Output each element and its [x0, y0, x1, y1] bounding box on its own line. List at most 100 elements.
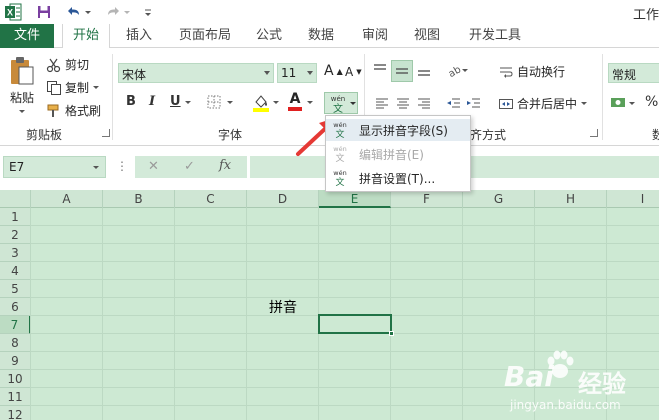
row-header-11[interactable]: 11	[0, 388, 31, 406]
decrease-indent-icon[interactable]	[446, 96, 462, 112]
align-middle-icon	[396, 68, 408, 74]
redo-icon	[108, 7, 130, 15]
align-bottom-icon[interactable]	[416, 62, 432, 78]
tab-file[interactable]: 文件	[0, 24, 54, 48]
cut-button[interactable]: 剪切	[46, 56, 89, 73]
save-button[interactable]	[35, 3, 53, 21]
svg-text:文: 文	[335, 128, 344, 140]
gridline-vertical	[102, 208, 103, 420]
format-painter-button[interactable]: 格式刷	[46, 102, 101, 119]
tab-review[interactable]: 审阅	[352, 24, 398, 48]
row-header-7[interactable]: 7	[0, 316, 31, 334]
row-header-6[interactable]: 6	[0, 298, 31, 316]
font-name-value: 宋体	[122, 68, 147, 82]
font-name-combo[interactable]: 宋体	[118, 63, 274, 83]
column-header-h[interactable]: H	[535, 190, 607, 208]
menu-item-phonetic-settings[interactable]: wén 文 拼音设置(T)...	[326, 167, 470, 189]
redo-button[interactable]	[104, 3, 134, 21]
insert-function-icon[interactable]: fx	[219, 158, 231, 173]
row-header-10[interactable]: 10	[0, 370, 31, 388]
row-header-4[interactable]: 4	[0, 262, 31, 280]
paste-label: 粘贴	[9, 91, 34, 105]
column-header-g[interactable]: G	[463, 190, 535, 208]
row-header-2[interactable]: 2	[0, 226, 31, 244]
svg-text:X: X	[7, 8, 13, 18]
font-size-value: 11	[281, 66, 297, 80]
bold-button[interactable]: B	[126, 94, 136, 109]
phonetic-guide-button[interactable]: wén 文	[324, 92, 358, 114]
active-cell-e7[interactable]	[318, 314, 392, 334]
row-header-12[interactable]: 12	[0, 406, 31, 420]
tab-page-layout[interactable]: 页面布局	[170, 24, 240, 48]
menu-item-edit-phonetic: wén 文 编辑拼音(E)	[326, 143, 470, 165]
menu-item-label: 显示拼音字段(S)	[359, 124, 448, 138]
number-format-combo[interactable]: 常规	[608, 63, 659, 83]
number-format-value: 常规	[612, 68, 637, 82]
row-header-8[interactable]: 8	[0, 334, 31, 352]
column-header-d[interactable]: D	[247, 190, 319, 208]
alignment-dialog-launcher[interactable]	[590, 129, 598, 137]
orientation-icon[interactable]: ab	[446, 61, 470, 79]
copy-button[interactable]: 复制	[46, 79, 100, 96]
font-color-button[interactable]: A	[288, 92, 302, 111]
align-center-icon[interactable]	[395, 96, 411, 112]
underline-dropdown-icon[interactable]	[184, 100, 192, 106]
clipboard-dialog-launcher[interactable]	[102, 129, 110, 137]
align-left-icon[interactable]	[374, 96, 390, 112]
column-headers: ABCDEFGHI	[0, 190, 659, 208]
title-bar: X 工作	[0, 0, 659, 24]
formula-bar-options-icon[interactable]: ⋮	[116, 159, 128, 173]
column-header-a[interactable]: A	[31, 190, 103, 208]
percent-style-button[interactable]: %	[645, 94, 658, 110]
gridline-horizontal	[31, 225, 659, 226]
shrink-font-button[interactable]: A ▼	[345, 65, 362, 79]
underline-button[interactable]: U	[170, 94, 181, 109]
row-header-5[interactable]: 5	[0, 280, 31, 298]
row-header-9[interactable]: 9	[0, 352, 31, 370]
merge-center-button[interactable]: 合并后居中	[498, 95, 588, 112]
cell-d6[interactable]: 拼音	[269, 297, 297, 317]
tab-home[interactable]: 开始	[62, 24, 110, 49]
wrap-text-button[interactable]: 自动换行	[498, 63, 565, 80]
phonetic-icon: wén 文	[331, 95, 345, 114]
menu-item-show-phonetic[interactable]: wén 文 显示拼音字段(S)	[326, 119, 470, 141]
caret-down-icon: ▼	[356, 68, 362, 76]
watermark-url: jingyan.baidu.com	[510, 398, 621, 412]
enter-icon[interactable]: ✓	[184, 159, 195, 174]
tab-developer[interactable]: 开发工具	[462, 24, 528, 48]
tab-formulas[interactable]: 公式	[246, 24, 292, 48]
customize-quick-access-button[interactable]	[142, 3, 154, 21]
paste-dropdown-icon	[19, 110, 25, 113]
copy-dropdown-icon	[93, 85, 100, 89]
paste-button[interactable]: 粘贴	[6, 56, 38, 120]
column-header-b[interactable]: B	[103, 190, 175, 208]
italic-button[interactable]: I	[149, 94, 155, 109]
tab-insert[interactable]: 插入	[116, 24, 162, 48]
fill-handle[interactable]	[389, 331, 394, 336]
borders-icon[interactable]	[206, 94, 222, 110]
align-top-icon[interactable]	[372, 62, 388, 78]
tab-view[interactable]: 视图	[404, 24, 450, 48]
row-header-3[interactable]: 3	[0, 244, 31, 262]
fill-color-icon[interactable]	[252, 92, 270, 112]
borders-dropdown-icon[interactable]	[226, 100, 234, 106]
column-header-e[interactable]: E	[319, 190, 391, 208]
tab-data[interactable]: 数据	[298, 24, 344, 48]
undo-button[interactable]	[64, 3, 94, 21]
font-size-combo[interactable]: 11	[277, 63, 317, 83]
row-header-1[interactable]: 1	[0, 208, 31, 226]
baidu-watermark: Bai 经验 jingyan.baidu.com	[500, 350, 655, 416]
name-box[interactable]: E7	[3, 156, 106, 178]
column-header-c[interactable]: C	[175, 190, 247, 208]
font-color-dropdown-icon[interactable]	[306, 100, 314, 106]
align-middle-button[interactable]	[391, 60, 413, 82]
grow-font-button[interactable]: A ▲	[324, 63, 343, 79]
fill-color-dropdown-icon[interactable]	[272, 100, 280, 106]
column-header-i[interactable]: I	[607, 190, 659, 208]
select-all-corner[interactable]	[0, 190, 31, 208]
column-header-f[interactable]: F	[391, 190, 463, 208]
cancel-icon[interactable]: ✕	[148, 159, 159, 174]
currency-icon[interactable]	[610, 94, 638, 112]
increase-indent-icon[interactable]	[466, 96, 482, 112]
align-right-icon[interactable]	[416, 96, 432, 112]
